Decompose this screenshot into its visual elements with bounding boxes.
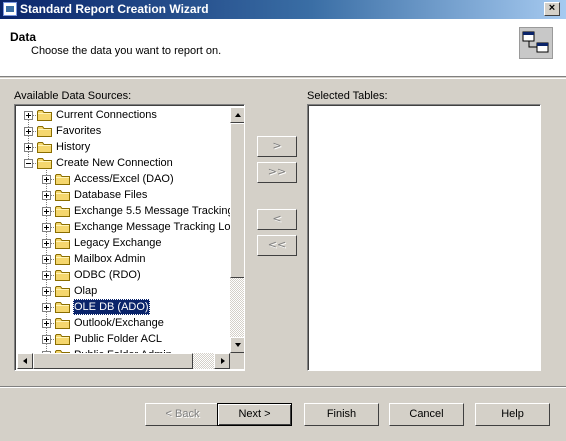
tree-node-label: Create New Connection [56,157,173,169]
arrow-right-icon [221,358,225,364]
folder-icon [55,205,71,217]
folder-icon [37,125,53,137]
folder-icon [37,109,53,121]
tree-node[interactable]: Access/Excel (DAO) [17,171,230,187]
remove-all-tables-button[interactable]: << [257,235,297,256]
expand-icon[interactable] [42,319,51,328]
tree-node-label: OLE DB (ADO) [73,299,150,315]
folder-icon [37,141,53,153]
tree-node-label: History [56,141,91,153]
folder-icon [55,333,71,345]
folder-icon [55,221,71,233]
scroll-down-button[interactable] [230,337,244,353]
tree-node-label: Exchange 5.5 Message Tracking [74,205,230,217]
tree-node[interactable]: ODBC (RDO) [17,267,230,283]
folder-icon [55,189,71,201]
horizontal-scrollbar[interactable] [17,353,230,369]
expand-icon[interactable] [24,111,33,120]
app-icon [3,2,17,16]
finish-button[interactable]: Finish [304,403,379,426]
remove-table-button[interactable]: < [257,209,297,230]
available-data-sources-label: Available Data Sources: [14,90,132,102]
tree-node-label: Exchange Message Tracking Lo [74,221,230,233]
selected-tables-list[interactable] [307,104,541,371]
expand-icon[interactable] [42,191,51,200]
folder-icon [55,173,71,185]
tree-node-label: Current Connections [56,109,157,121]
tree-node[interactable]: Exchange 5.5 Message Tracking [17,203,230,219]
folder-icon [55,237,71,249]
tree-node[interactable]: Legacy Exchange [17,235,230,251]
close-button[interactable]: × [544,2,560,16]
folder-icon [55,285,71,297]
next-button[interactable]: Next > [217,403,292,426]
expand-icon[interactable] [42,287,51,296]
cancel-button[interactable]: Cancel [389,403,464,426]
tree-node-label: Public Folder ACL [74,333,163,345]
back-button[interactable]: < Back [145,403,220,426]
tree-content: Current Connections Favorites History Creat… [17,107,230,353]
tree-node-label: Favorites [56,125,102,137]
title-bar[interactable]: Standard Report Creation Wizard × [0,0,566,19]
tree-node[interactable]: Olap [17,283,230,299]
arrow-up-icon [235,113,241,117]
folder-icon [55,253,71,265]
folder-icon [55,301,71,313]
wizard-header: Data Choose the data you want to report … [0,19,566,77]
tree-node-label: Database Files [74,189,148,201]
footer-divider [0,386,566,388]
window-title: Standard Report Creation Wizard [20,2,209,16]
scroll-left-button[interactable] [17,353,33,369]
expand-icon[interactable] [42,255,51,264]
tree-node[interactable]: Outlook/Exchange [17,315,230,331]
page-title: Data [10,30,37,44]
collapse-icon[interactable] [24,159,33,168]
expand-icon[interactable] [42,239,51,248]
arrow-down-icon [235,343,241,347]
add-all-tables-button[interactable]: >> [257,162,297,183]
scroll-up-button[interactable] [230,107,244,123]
folder-icon [37,157,53,169]
scrollbar-corner [230,353,244,369]
vertical-scroll-thumb[interactable] [230,123,244,278]
header-divider [0,78,566,79]
tree-node-label: Mailbox Admin [74,253,146,265]
data-sources-tree[interactable]: Current Connections Favorites History Creat… [14,104,245,371]
tree-node-label: Legacy Exchange [74,237,162,249]
help-button[interactable]: Help [475,403,550,426]
expand-icon[interactable] [42,335,51,344]
table-link-icon [519,27,553,59]
tree-node[interactable]: Exchange Message Tracking Lo [17,219,230,235]
expand-icon[interactable] [42,175,51,184]
tree-node-label: Outlook/Exchange [74,317,164,329]
expand-icon[interactable] [24,127,33,136]
arrow-left-icon [23,358,27,364]
horizontal-scroll-thumb[interactable] [33,353,193,369]
folder-icon [55,317,71,329]
expand-icon[interactable] [42,303,51,312]
tree-node-label: Olap [74,285,98,297]
expand-icon[interactable] [42,223,51,232]
expand-icon[interactable] [42,271,51,280]
tree-node-label: Access/Excel (DAO) [74,173,174,185]
scroll-right-button[interactable] [214,353,230,369]
tree-node[interactable]: OLE DB (ADO) [17,299,230,315]
tree-node[interactable]: Current Connections [17,107,230,123]
vertical-scrollbar[interactable] [230,107,244,353]
tree-node[interactable]: Create New Connection [17,155,230,171]
page-subtitle: Choose the data you want to report on. [31,45,222,57]
expand-icon[interactable] [24,143,33,152]
folder-icon [55,269,71,281]
tree-node[interactable]: Database Files [17,187,230,203]
tree-node[interactable]: History [17,139,230,155]
tree-node[interactable]: Favorites [17,123,230,139]
add-table-button[interactable]: > [257,136,297,157]
tree-node-label: ODBC (RDO) [74,269,141,281]
tree-node[interactable]: Public Folder ACL [17,331,230,347]
selected-tables-label: Selected Tables: [307,90,388,102]
expand-icon[interactable] [42,207,51,216]
tree-node[interactable]: Mailbox Admin [17,251,230,267]
